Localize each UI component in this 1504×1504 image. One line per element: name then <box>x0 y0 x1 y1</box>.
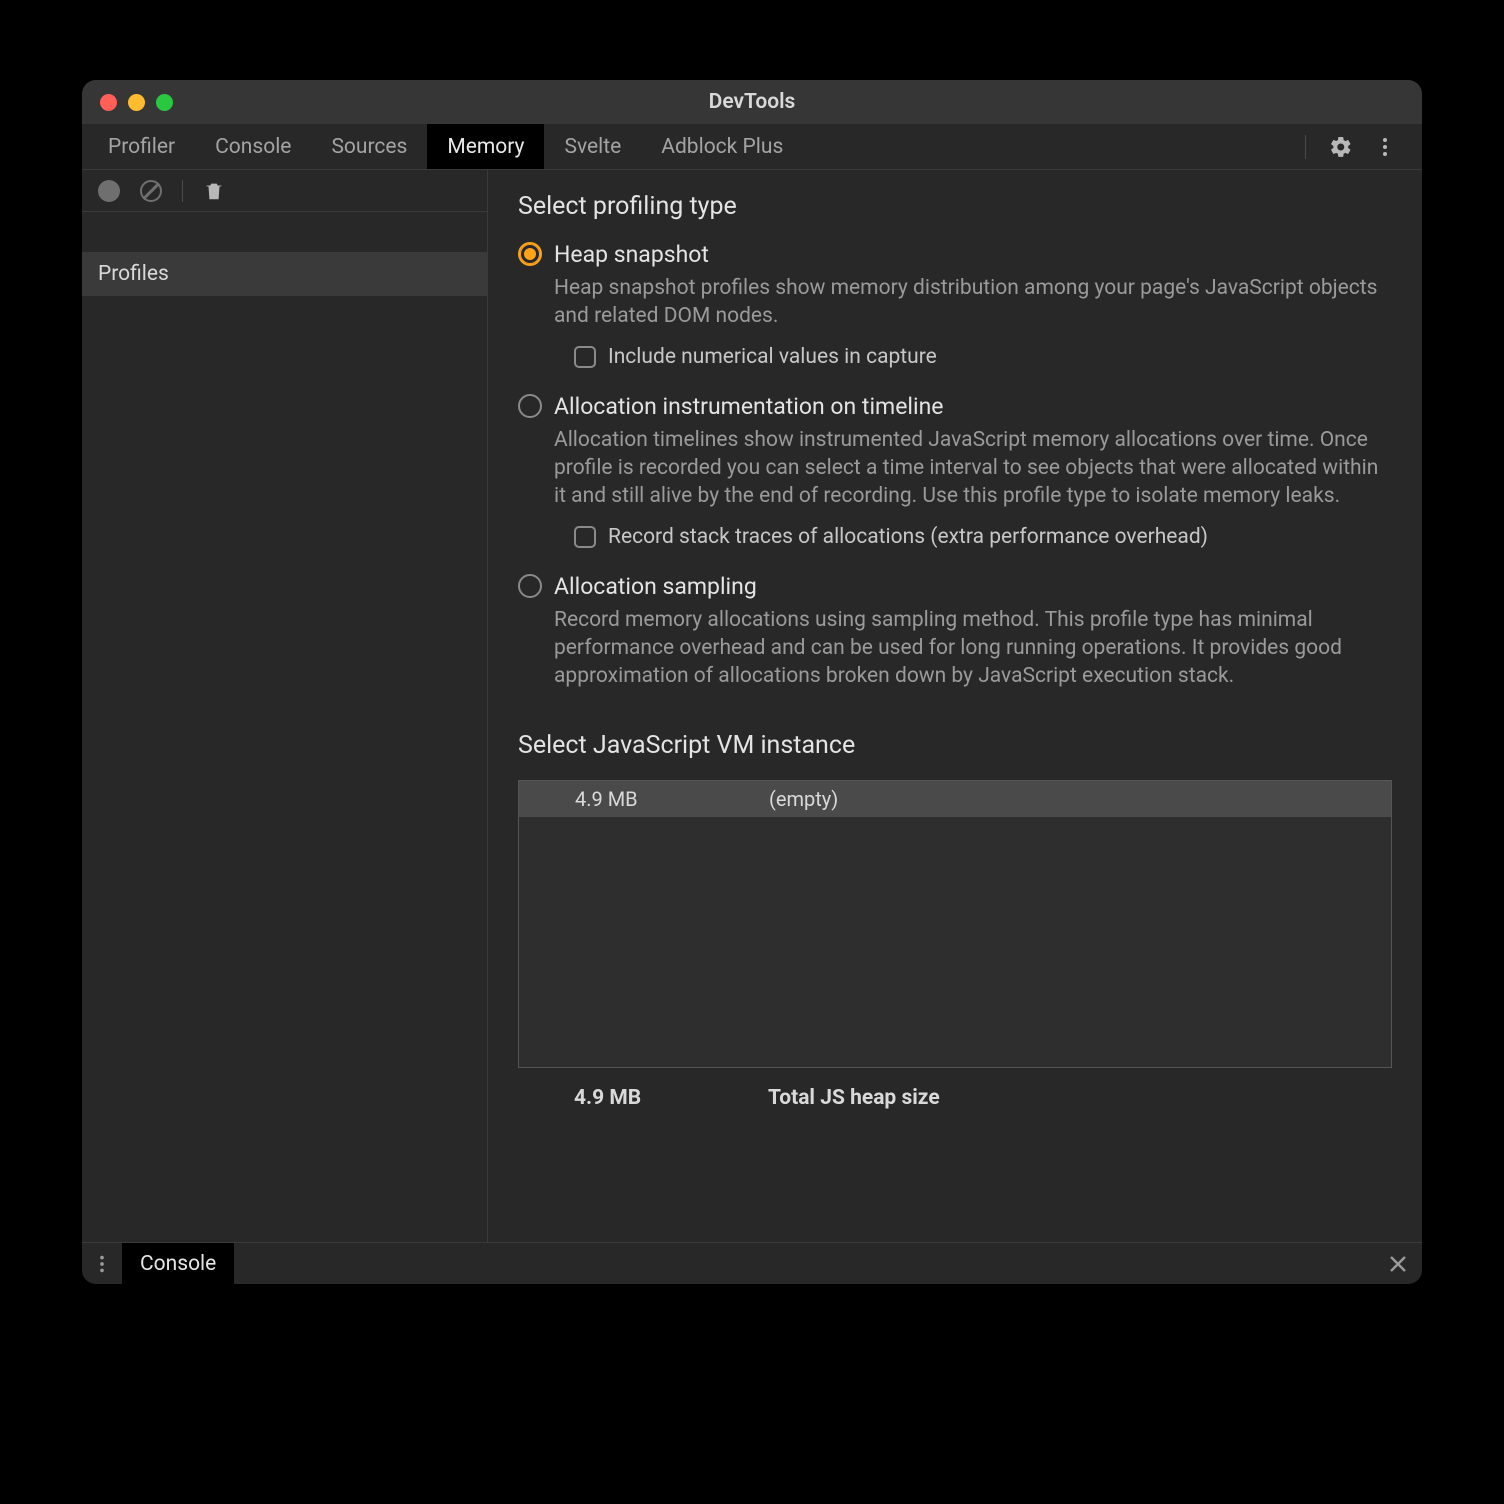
summary-size: 4.9 MB <box>518 1086 768 1110</box>
sidebar-toolbar <box>82 170 487 212</box>
checkbox-record-stack-traces[interactable] <box>574 526 596 548</box>
vm-instance-size: 4.9 MB <box>519 787 769 811</box>
clear-icon <box>140 180 162 202</box>
more-vertical-icon <box>91 1253 113 1275</box>
option-title: Allocation instrumentation on timeline <box>554 393 1392 420</box>
drawer-close-button[interactable] <box>1388 1254 1408 1274</box>
option-description: Allocation timelines show instrumented J… <box>554 426 1392 511</box>
checkbox-label: Include numerical values in capture <box>608 345 937 369</box>
sidebar: Profiles <box>82 170 488 1242</box>
titlebar: DevTools <box>82 80 1422 124</box>
heading-vm-instance: Select JavaScript VM instance <box>518 731 1392 760</box>
more-button[interactable] <box>1368 130 1402 164</box>
drawer-more-button[interactable] <box>82 1247 122 1281</box>
window-controls <box>82 94 173 111</box>
trash-icon <box>203 180 225 202</box>
option-heap-snapshot[interactable]: Heap snapshot Heap snapshot profiles sho… <box>518 241 1392 375</box>
panel-tabs: Profiler Console Sources Memory Svelte A… <box>82 124 1422 170</box>
zoom-window-button[interactable] <box>156 94 173 111</box>
radio-allocation-timeline[interactable] <box>518 394 542 418</box>
tab-svelte[interactable]: Svelte <box>544 124 641 169</box>
more-vertical-icon <box>1373 135 1397 159</box>
option-allocation-sampling[interactable]: Allocation sampling Record memory alloca… <box>518 573 1392 705</box>
divider <box>182 180 183 202</box>
clear-button[interactable] <box>134 174 168 208</box>
checkbox-include-numeric[interactable] <box>574 346 596 368</box>
sidebar-section-profiles[interactable]: Profiles <box>82 252 487 296</box>
checkbox-label: Record stack traces of allocations (extr… <box>608 525 1208 549</box>
divider <box>1305 135 1306 159</box>
tab-sources[interactable]: Sources <box>311 124 427 169</box>
minimize-window-button[interactable] <box>128 94 145 111</box>
vm-instance-name: (empty) <box>769 787 1391 811</box>
vm-instance-list: 4.9 MB (empty) <box>518 780 1392 1068</box>
heap-summary: 4.9 MB Total JS heap size <box>518 1068 1392 1110</box>
tab-memory[interactable]: Memory <box>427 124 544 169</box>
vm-instance-row[interactable]: 4.9 MB (empty) <box>519 781 1391 817</box>
close-window-button[interactable] <box>100 94 117 111</box>
option-allocation-timeline[interactable]: Allocation instrumentation on timeline A… <box>518 393 1392 555</box>
tab-adblock-plus[interactable]: Adblock Plus <box>641 124 803 169</box>
tab-profiler[interactable]: Profiler <box>88 124 195 169</box>
record-icon <box>98 180 120 202</box>
devtools-window: DevTools Profiler Console Sources Memory… <box>82 80 1422 1284</box>
delete-button[interactable] <box>197 174 231 208</box>
radio-allocation-sampling[interactable] <box>518 574 542 598</box>
option-description: Heap snapshot profiles show memory distr… <box>554 274 1392 331</box>
close-icon <box>1388 1254 1408 1274</box>
summary-label: Total JS heap size <box>768 1086 1392 1110</box>
content-area: Profiles Select profiling type Heap snap… <box>82 170 1422 1242</box>
heading-profiling-type: Select profiling type <box>518 192 1392 221</box>
option-title: Allocation sampling <box>554 573 1392 600</box>
option-description: Record memory allocations using sampling… <box>554 606 1392 691</box>
window-title: DevTools <box>82 90 1422 114</box>
main-panel: Select profiling type Heap snapshot Heap… <box>488 170 1422 1242</box>
option-title: Heap snapshot <box>554 241 1392 268</box>
console-drawer: Console <box>82 1242 1422 1284</box>
radio-heap-snapshot[interactable] <box>518 242 542 266</box>
record-button[interactable] <box>92 174 126 208</box>
gear-icon <box>1329 135 1353 159</box>
drawer-tab-console[interactable]: Console <box>122 1243 234 1284</box>
settings-button[interactable] <box>1324 130 1358 164</box>
tab-console[interactable]: Console <box>195 124 311 169</box>
